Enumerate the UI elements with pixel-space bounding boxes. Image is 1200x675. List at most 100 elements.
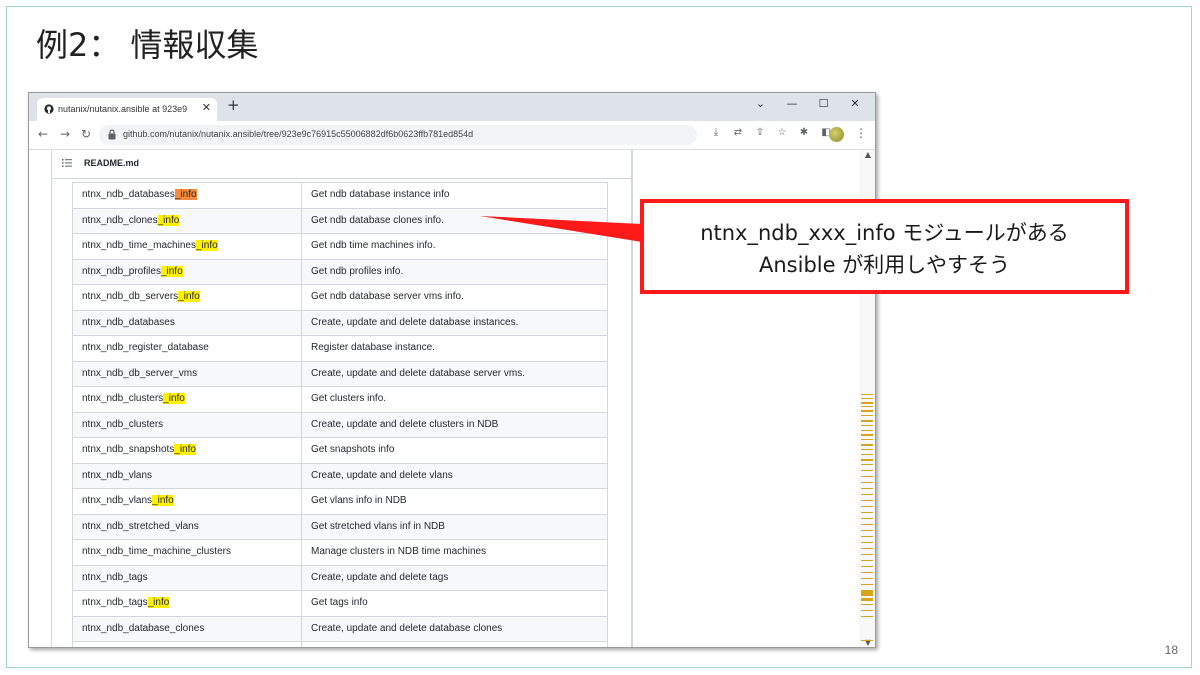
new-tab-button[interactable]: + (227, 96, 240, 114)
forward-button[interactable]: → (60, 127, 70, 141)
maximize-button[interactable]: ☐ (810, 97, 838, 110)
info-suffix-highlight: _info (160, 265, 183, 277)
scroll-match-marker (861, 566, 873, 567)
scroll-up-arrow-icon[interactable]: ▲ (865, 150, 871, 159)
scroll-match-marker (861, 548, 873, 549)
readme-panel: README.md ntnx_ndb_databases _info Get ndb… (51, 150, 633, 647)
list-outline-icon[interactable] (62, 159, 72, 167)
share-icon[interactable]: ⇪ (749, 127, 771, 138)
scroll-match-marker (861, 598, 873, 601)
table-row: ntnx_ndb_clusters Create, update and dele… (72, 412, 608, 438)
module-name: ntnx_ndb_register_database (82, 342, 209, 353)
readme-title: README.md (84, 158, 140, 168)
callout-line-1: ntnx_ndb_xxx_info モジュールがある (700, 221, 1069, 245)
module-name: ntnx_ndb_db_server_vms (82, 367, 198, 379)
module-name: ntnx_ndb_databases (82, 316, 175, 328)
scroll-match-marker (861, 454, 873, 455)
scroll-match-marker (861, 584, 873, 585)
scroll-match-marker (861, 560, 873, 561)
table-row: ntnx_ndb_database_clones Create, update a… (72, 616, 608, 642)
scroll-match-marker (861, 434, 873, 436)
info-suffix-highlight: _info (178, 291, 200, 302)
module-description: Create, update and delete clusters in ND… (302, 412, 608, 437)
table-row: ntnx_ndb_db_server_vms Create, update and… (72, 361, 608, 387)
module-name-cell: ntnx_ndb_database_clones (72, 616, 302, 641)
bookmark-star-icon[interactable]: ☆ (771, 127, 793, 138)
module-name: ntnx_ndb_tags (82, 571, 148, 583)
window-controls: ⌄ — ☐ ✕ (747, 97, 870, 110)
scroll-match-marker (861, 464, 873, 465)
module-description: Register database instance. (302, 336, 608, 361)
translate-icon[interactable]: ⇄ (727, 127, 749, 138)
address-bar[interactable]: github.com/nutanix/nutanix.ansible/tree/… (99, 125, 697, 145)
module-description: Get clusters info. (302, 387, 608, 412)
module-name: ntnx_ndb_time_machine_clusters (82, 546, 231, 557)
scroll-match-marker (861, 616, 873, 617)
scroll-match-marker (861, 449, 873, 450)
module-description: Create, update and delete vlans (302, 463, 608, 488)
info-suffix-highlight: _info (174, 444, 196, 455)
module-name: ntnx_ndb_tags (82, 597, 148, 608)
table-row: ntnx_ndb_time_machine_clusters Manage clu… (72, 540, 608, 566)
table-row: ntnx_ndb_tags Create, update and delete t… (72, 565, 608, 591)
info-suffix-highlight: _info (152, 495, 174, 506)
install-icon[interactable]: ⤓ (705, 127, 727, 138)
reload-button[interactable]: ↻ (81, 127, 91, 141)
scroll-match-marker (861, 415, 873, 416)
url-text: github.com/nutanix/nutanix.ansible/tree/… (123, 129, 474, 139)
module-name-cell: ntnx_ndb_snapshots_info (72, 438, 302, 463)
scroll-match-marker (861, 476, 873, 477)
module-description: Get snapshots info (302, 438, 608, 463)
module-description: Create, update and delete database clone… (302, 616, 608, 641)
module-name-cell: ntnx_ndb_db_server_vms (72, 361, 302, 386)
scroll-match-marker (861, 578, 873, 579)
module-table: ntnx_ndb_databases _info Get ndb database … (72, 182, 608, 647)
table-row: ntnx_ndb_databases_info Get ndb database … (72, 183, 608, 209)
scroll-match-marker (861, 590, 873, 596)
scroll-match-marker (861, 524, 873, 525)
module-name: ntnx_ndb_time_machines (82, 240, 196, 251)
github-icon (44, 104, 54, 114)
scroll-match-marker (861, 530, 873, 531)
menu-kebab-icon[interactable]: ⋮ (855, 126, 867, 140)
table-row: ntnx_ndb_vlans_info Get vlans info in NDB (72, 489, 608, 515)
module-name-cell: ntnx_ndb_profiles_info (72, 259, 302, 284)
module-name: ntnx_ndb_profiles (82, 265, 161, 277)
module-name-cell: ntnx_ndb_db_servers_info (72, 285, 302, 310)
back-button[interactable]: ← (38, 127, 48, 141)
scroll-match-marker (861, 554, 873, 555)
browser-tab[interactable]: nutanix/nutanix.ansible at 923e9 ✕ (37, 98, 217, 121)
module-name-cell: ntnx_ndb_stretched_vlans (72, 514, 302, 539)
scroll-match-marker (861, 444, 873, 446)
tab-search-icon[interactable]: ⌄ (747, 97, 775, 110)
scroll-match-marker (861, 542, 873, 543)
module-description: Get tags info (302, 591, 608, 616)
table-row: ntnx_ndb_stretched_vlans Get stretched vl… (72, 514, 608, 540)
close-window-button[interactable]: ✕ (841, 97, 869, 110)
scroll-match-marker (861, 610, 873, 611)
table-row: ntnx_ndb_clones_info Get ndb database clo… (72, 208, 608, 234)
scroll-match-marker (861, 394, 873, 395)
lock-icon (108, 129, 116, 140)
extensions-puzzle-icon[interactable]: ✱ (793, 127, 815, 138)
module-description: Get stretched vlans inf in NDB (302, 514, 608, 539)
profile-avatar[interactable] (829, 127, 844, 142)
module-name-cell: ntnx_ndb_tags_info (72, 591, 302, 616)
module-name: ntnx_ndb_clusters (82, 418, 164, 430)
minimize-button[interactable]: — (778, 97, 806, 110)
module-description: Get ndb database instance info (302, 183, 608, 208)
module-name: ntnx_ndb_db_servers (82, 291, 179, 302)
module-name: ntnx_ndb_database_clones (82, 622, 205, 634)
scroll-match-marker (861, 536, 873, 537)
page-number: 18 (1164, 643, 1178, 657)
table-row: ntnx_ndb_database_snapshotsCreate, updat… (72, 642, 608, 647)
browser-window: nutanix/nutanix.ansible at 923e9 ✕ + ⌄ —… (28, 92, 876, 648)
table-row: ntnx_ndb_databases Create, update and del… (72, 310, 608, 336)
module-name: ntnx_ndb_snapshots (82, 444, 175, 455)
scroll-match-marker (861, 500, 873, 501)
module-name-cell: ntnx_ndb_clones_info (72, 208, 302, 233)
tab-close-icon[interactable]: ✕ (202, 101, 211, 114)
module-name: ntnx_ndb_clones (82, 214, 158, 226)
table-row: ntnx_ndb_vlans Create, update and delete … (72, 463, 608, 489)
module-name-cell: ntnx_ndb_time_machine_clusters (72, 540, 302, 565)
